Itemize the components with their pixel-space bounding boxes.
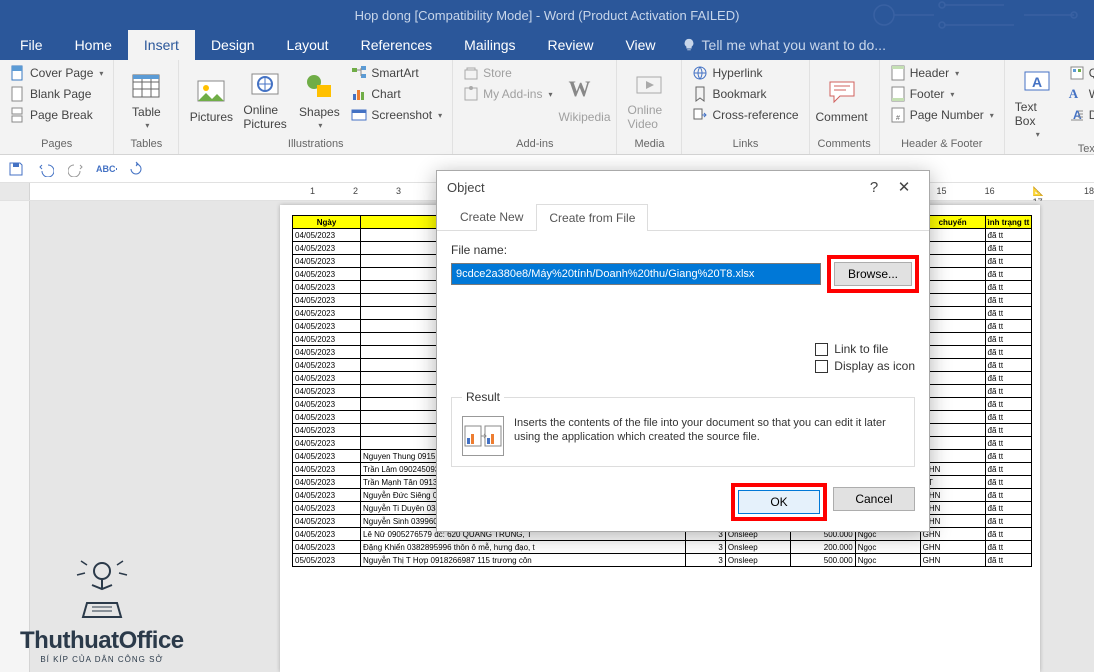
tab-review[interactable]: Review <box>532 30 610 60</box>
group-header-footer: Header▾ Footer▾ #Page Number▾ Header & F… <box>880 60 1005 154</box>
file-name-input[interactable] <box>451 263 821 285</box>
redo-qat[interactable] <box>66 159 86 179</box>
object-dialog: Object ? ✕ Create New Create from File F… <box>436 170 930 532</box>
browse-button[interactable]: Browse... <box>834 262 912 286</box>
ribbon: Cover Page▾ Blank Page Page Break Pages … <box>0 60 1094 155</box>
ribbon-tabs: File Home Insert Design Layout Reference… <box>0 30 1094 60</box>
group-links: Hyperlink Bookmark Cross-reference Links <box>682 60 809 154</box>
crossref-button[interactable]: Cross-reference <box>690 106 800 124</box>
tab-home[interactable]: Home <box>59 30 128 60</box>
pagenum-button[interactable]: #Page Number▾ <box>888 106 996 124</box>
group-addins: Store My Add-ins▾ WWikipedia Add-ins <box>453 60 617 154</box>
tab-layout[interactable]: Layout <box>271 30 345 60</box>
shapes-button[interactable]: Shapes▾ <box>295 64 343 136</box>
ok-button[interactable]: OK <box>738 490 820 514</box>
pictures-button[interactable]: Pictures <box>187 64 235 136</box>
dropcap-button[interactable]: ADrop Cap▾ <box>1067 106 1094 124</box>
comment-button[interactable]: Comment <box>818 64 866 136</box>
header-button[interactable]: Header▾ <box>888 64 996 82</box>
group-pages: Cover Page▾ Blank Page Page Break Pages <box>0 60 114 154</box>
group-comments: Comment Comments <box>810 60 880 154</box>
footer-button[interactable]: Footer▾ <box>888 85 996 103</box>
link-to-file-checkbox[interactable]: Link to file <box>815 342 915 356</box>
title-bar: Hop dong [Compatibility Mode] - Word (Pr… <box>0 0 1094 30</box>
undo-qat[interactable] <box>36 159 56 179</box>
group-tables: Table▾ Tables <box>114 60 179 154</box>
online-pictures-button[interactable]: Online Pictures <box>241 64 289 136</box>
tab-insert[interactable]: Insert <box>128 30 195 60</box>
quickparts-button[interactable]: Quick Parts▾ <box>1067 64 1094 82</box>
decorative-lines <box>834 0 1094 30</box>
online-video-button[interactable]: Online Video <box>625 64 673 136</box>
group-text: AText Box▾ Quick Parts▾ AWordArt▾ ADrop … <box>1005 60 1094 154</box>
group-illustrations: Pictures Online Pictures Shapes▾ SmartAr… <box>179 60 453 154</box>
result-box: Result Inserts the contents of the file … <box>451 390 915 467</box>
tab-design[interactable]: Design <box>195 30 271 60</box>
screenshot-button[interactable]: Screenshot▾ <box>349 106 444 124</box>
hyperlink-button[interactable]: Hyperlink <box>690 64 800 82</box>
table-button[interactable]: Table▾ <box>122 64 170 136</box>
app-title: Hop dong [Compatibility Mode] - Word (Pr… <box>355 8 740 23</box>
bulb-icon <box>682 38 696 52</box>
chart-button[interactable]: Chart <box>349 85 444 103</box>
display-as-icon-checkbox[interactable]: Display as icon <box>815 359 915 373</box>
save-qat[interactable] <box>6 159 26 179</box>
smartart-button[interactable]: SmartArt <box>349 64 444 82</box>
wordart-button[interactable]: AWordArt▾ <box>1067 85 1094 103</box>
close-button[interactable]: ✕ <box>889 178 919 196</box>
tab-create-new[interactable]: Create New <box>447 203 536 230</box>
svg-text:A: A <box>1032 74 1042 90</box>
tab-references[interactable]: References <box>345 30 449 60</box>
watermark-logo: ThuthuatOffice BÍ KÍP CỦA DÂN CÔNG SỞ <box>20 553 184 664</box>
blank-page-button[interactable]: Blank Page <box>8 85 105 103</box>
cancel-button[interactable]: Cancel <box>833 487 915 511</box>
tab-create-from-file[interactable]: Create from File <box>536 204 648 231</box>
file-name-label: File name: <box>451 243 915 257</box>
repeat-qat[interactable] <box>126 159 146 179</box>
tab-file[interactable]: File <box>4 30 59 60</box>
dialog-title: Object <box>447 180 485 195</box>
store-button[interactable]: Store <box>461 64 554 82</box>
result-description: Inserts the contents of the file into yo… <box>514 416 904 445</box>
tab-mailings[interactable]: Mailings <box>448 30 531 60</box>
spell-qat[interactable]: ABC <box>96 159 116 179</box>
page-break-button[interactable]: Page Break <box>8 106 105 124</box>
textbox-button[interactable]: AText Box▾ <box>1013 64 1061 141</box>
help-button[interactable]: ? <box>859 179 889 196</box>
myaddins-button[interactable]: My Add-ins▾ <box>461 85 554 103</box>
svg-text:#: # <box>896 115 900 122</box>
tell-me-search[interactable]: Tell me what you want to do... <box>672 30 896 60</box>
group-media: Online Video Media <box>617 60 682 154</box>
tab-view[interactable]: View <box>609 30 671 60</box>
result-icon <box>462 416 504 456</box>
cover-page-button[interactable]: Cover Page▾ <box>8 64 105 82</box>
bookmark-button[interactable]: Bookmark <box>690 85 800 103</box>
wikipedia-button[interactable]: WWikipedia <box>560 64 608 136</box>
